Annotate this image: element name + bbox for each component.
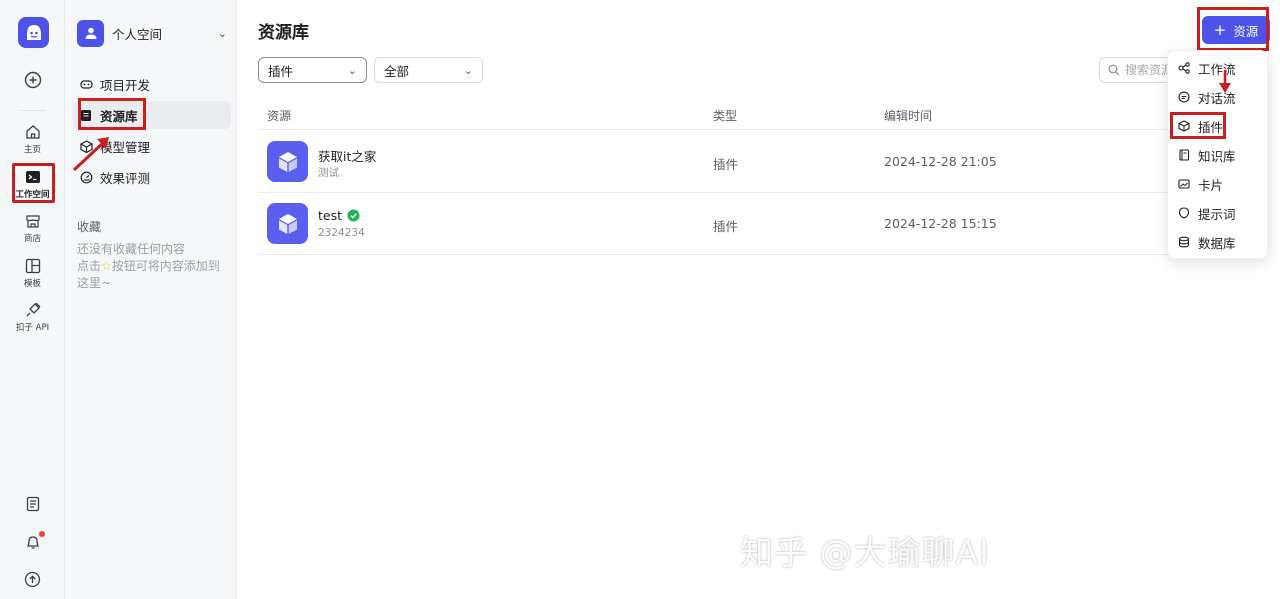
column-header-type: 类型 xyxy=(713,109,738,123)
watermark: 知乎 @大瑜聊AI xyxy=(740,533,990,572)
nav-item-projects[interactable]: 项目开发 xyxy=(73,70,231,98)
resource-name-text: 获取it之家 xyxy=(318,149,377,164)
resource-name-text: test xyxy=(318,208,343,223)
annotation-arrow-icon xyxy=(72,137,109,172)
menu-item-prompt[interactable]: 提示词 xyxy=(1168,199,1269,227)
rail-label-templates: 模板 xyxy=(23,279,41,289)
rail-item-templates[interactable]: 模板 xyxy=(0,258,65,289)
status-filter-select[interactable]: 全部 ⌄ xyxy=(374,57,483,83)
rail-label-store: 商店 xyxy=(23,234,41,244)
document-icon xyxy=(26,496,39,512)
knowledge-icon xyxy=(1179,149,1190,161)
annotation-box-add xyxy=(1197,7,1269,51)
resource-name: test xyxy=(318,208,360,223)
home-icon xyxy=(25,125,40,139)
database-icon xyxy=(1178,236,1190,248)
rail-divider xyxy=(20,110,46,111)
type-filter-select[interactable]: 插件 ⌄ xyxy=(258,57,367,83)
verified-check-icon xyxy=(347,209,360,222)
chevron-down-icon: ⌄ xyxy=(463,63,473,77)
star-icon: ☆ xyxy=(101,259,112,273)
plugin-cube-icon xyxy=(267,203,308,244)
chevron-down-icon: ⌄ xyxy=(217,26,227,40)
favorites-empty-line: 还没有收藏任何内容 xyxy=(77,242,186,256)
upgrade-button[interactable] xyxy=(0,571,65,588)
menu-label-database: 数据库 xyxy=(1198,235,1236,251)
resource-name: 获取it之家 xyxy=(318,146,376,165)
prompt-icon xyxy=(1178,207,1190,219)
cube-icon xyxy=(278,151,297,172)
rail-item-api[interactable]: 扣子 API xyxy=(0,302,65,333)
bell-icon xyxy=(26,536,39,549)
page-title: 资源库 xyxy=(258,23,309,43)
docs-button[interactable] xyxy=(0,496,65,512)
annotation-box-plugin xyxy=(1170,112,1226,139)
table-row[interactable]: test 2324234 插件 2024-12-28 15:15 xyxy=(258,193,1258,255)
favorites-empty-prefix: 点击 xyxy=(77,259,102,273)
logo-icon xyxy=(26,24,41,40)
nav-label-projects: 项目开发 xyxy=(100,77,151,93)
annotation-arrow-down-icon xyxy=(1219,70,1231,93)
store-icon xyxy=(25,215,40,228)
annotation-box-workspace xyxy=(12,163,55,203)
main-panel: 资源库 + 资源 插件 ⌄ 全部 ⌄ 资源 类型 编辑时间 获取it之家 xyxy=(237,0,1280,599)
resource-type: 插件 xyxy=(713,219,739,234)
arrow-up-circle-icon xyxy=(24,571,41,588)
menu-item-card[interactable]: 卡片 xyxy=(1168,170,1269,198)
table-row[interactable]: 获取it之家 测试 插件 2024-12-28 21:05 xyxy=(258,131,1258,193)
table-header: 资源 类型 编辑时间 xyxy=(258,100,1258,130)
gamepad-icon xyxy=(79,79,93,89)
chevron-down-icon: ⌄ xyxy=(347,63,357,77)
create-button[interactable] xyxy=(0,71,65,89)
space-name: 个人空间 xyxy=(112,26,163,42)
chatflow-icon xyxy=(1178,91,1190,103)
workflow-icon xyxy=(1178,62,1190,74)
resource-edited-time: 2024-12-28 15:15 xyxy=(884,216,997,231)
resource-type: 插件 xyxy=(713,157,739,172)
column-header-edited: 编辑时间 xyxy=(884,109,933,123)
avatar xyxy=(77,19,104,47)
favorites-title: 收藏 xyxy=(77,220,102,234)
workspace-sidebar: 个人空间 ⌄ 项目开发 资源库 模型管理 效果评测 收藏 还没有收藏任何内容 点… xyxy=(65,0,237,599)
app-logo[interactable] xyxy=(18,17,49,48)
left-rail: 主页 工作空间 商店 模板 扣子 API xyxy=(0,0,65,599)
menu-item-database[interactable]: 数据库 xyxy=(1168,228,1269,256)
resource-edited-time: 2024-12-28 21:05 xyxy=(884,154,997,169)
notification-button[interactable] xyxy=(0,534,65,550)
search-icon xyxy=(1108,64,1120,76)
template-icon xyxy=(25,258,40,274)
type-filter-value: 插件 xyxy=(268,63,294,79)
card-icon xyxy=(1178,179,1190,189)
user-icon xyxy=(85,27,96,39)
space-switcher[interactable]: 个人空间 ⌄ xyxy=(77,19,227,47)
rail-label-home: 主页 xyxy=(23,145,41,155)
plus-circle-icon xyxy=(24,71,41,89)
menu-label-prompt: 提示词 xyxy=(1198,206,1236,222)
notification-dot xyxy=(39,531,45,537)
plugin-cube-icon xyxy=(267,141,308,182)
rail-item-home[interactable]: 主页 xyxy=(0,124,65,155)
resource-desc: 测试 xyxy=(318,167,339,179)
rail-item-store[interactable]: 商店 xyxy=(0,213,65,244)
rail-label-api: 扣子 API xyxy=(15,323,50,333)
status-filter-value: 全部 xyxy=(384,63,410,79)
menu-label-card: 卡片 xyxy=(1198,177,1224,193)
favorites-empty-text: 还没有收藏任何内容 点击☆按钮可将内容添加到这里~ xyxy=(77,241,227,292)
menu-label-knowledge: 知识库 xyxy=(1198,148,1236,164)
column-header-resource: 资源 xyxy=(267,109,292,123)
resource-desc: 2324234 xyxy=(318,227,365,239)
plug-icon xyxy=(26,302,40,317)
cube-icon xyxy=(278,213,297,234)
menu-item-knowledge[interactable]: 知识库 xyxy=(1168,141,1269,169)
annotation-box-library xyxy=(78,98,146,130)
